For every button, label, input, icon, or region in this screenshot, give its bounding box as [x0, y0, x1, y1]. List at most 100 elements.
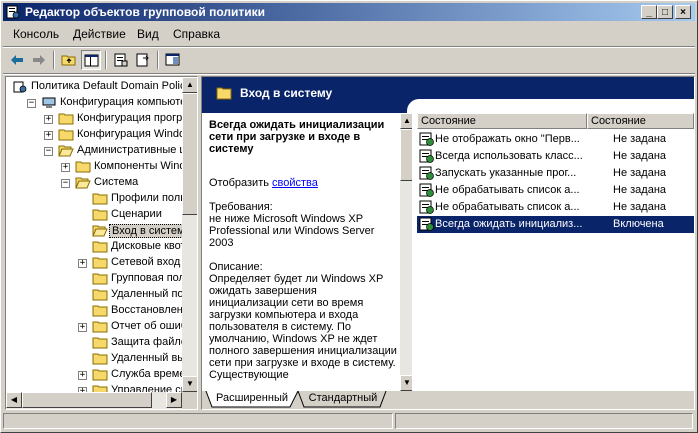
- tree-node[interactable]: + Конфигурация програ: [6, 111, 182, 127]
- collapse-icon[interactable]: −: [61, 179, 70, 188]
- expand-icon[interactable]: +: [44, 115, 53, 124]
- show-prefix: Отобразить: [209, 177, 273, 189]
- tree-node-label: Политика Default Domain Polic: [31, 80, 182, 92]
- minimize-button[interactable]: _: [641, 5, 657, 19]
- tree-content: Политика Default Domain Polic − Конфигурац…: [6, 77, 182, 392]
- help-button[interactable]: [163, 50, 183, 70]
- folder-icon: [58, 113, 74, 125]
- scroll-left-button[interactable]: ◀: [6, 392, 22, 408]
- scroll-thumb[interactable]: [182, 93, 197, 215]
- requirements-label: Требования:: [209, 201, 273, 213]
- tree-node[interactable]: + Служба времен: [6, 367, 182, 383]
- tree-node-label: Удаленный пом: [111, 288, 182, 300]
- menu-help[interactable]: Справка: [173, 27, 220, 41]
- expand-icon[interactable]: +: [61, 163, 70, 172]
- help-window-icon: [165, 53, 180, 66]
- list-item[interactable]: Не отображать окно "Перв... Не задана: [417, 131, 694, 148]
- menu-bar: Консоль Действие Вид Справка: [3, 23, 695, 45]
- arrow-left-icon: [11, 55, 23, 65]
- tree-node-label: Служба времен: [111, 368, 182, 380]
- folder-icon: [92, 289, 108, 301]
- header-curve: [407, 99, 694, 113]
- folder-icon: [75, 177, 91, 189]
- tree-node[interactable]: Удаленный вы: [6, 351, 182, 367]
- setting-name: Не отображать окно "Перв...: [435, 133, 580, 145]
- hscroll-thumb[interactable]: [22, 392, 152, 408]
- header-title: Вход в систему: [240, 86, 333, 100]
- tree-node[interactable]: Восстановлени: [6, 303, 182, 319]
- list-item[interactable]: Всегда ожидать инициализ... Включена: [417, 216, 694, 233]
- computer-icon: [41, 97, 57, 109]
- title-bar[interactable]: Редактор объектов групповой политики _ □…: [3, 3, 695, 21]
- tab-standard[interactable]: Стандартный: [305, 391, 381, 407]
- toolbar-separator: [105, 51, 107, 69]
- tree-node[interactable]: Защита файло: [6, 335, 182, 351]
- tree-node[interactable]: − Конфигурация компьютер: [6, 95, 182, 111]
- up-level-button[interactable]: [59, 50, 79, 70]
- description-scrollbar[interactable]: ▲ ▼: [400, 113, 412, 391]
- tree-node[interactable]: Политика Default Domain Polic: [6, 79, 182, 95]
- column-header-name[interactable]: Состояние: [417, 113, 587, 129]
- folder-icon: [216, 87, 232, 100]
- tree-node[interactable]: + Управление св: [6, 383, 182, 392]
- menu-action[interactable]: Действие: [73, 27, 126, 41]
- list-item[interactable]: Всегда использовать класс... Не задана: [417, 148, 694, 165]
- folder-icon: [92, 209, 108, 221]
- desc-scroll-down-button[interactable]: ▼: [400, 375, 412, 391]
- tree-node[interactable]: Удаленный пом: [6, 287, 182, 303]
- tree-node[interactable]: Сценарии: [6, 207, 182, 223]
- tree-node-label: Вход в систему: [109, 224, 182, 238]
- properties-link[interactable]: свойства: [272, 177, 318, 189]
- tree-node-label: Дисковые квот: [111, 240, 182, 252]
- expand-icon[interactable]: +: [78, 323, 87, 332]
- tree-node-label: Восстановлени: [111, 304, 182, 316]
- tree-node[interactable]: + Компоненты Windo: [6, 159, 182, 175]
- column-header-state[interactable]: Состояние: [587, 113, 694, 129]
- menu-console[interactable]: Консоль: [13, 27, 59, 41]
- folder-icon: [92, 241, 108, 253]
- collapse-icon[interactable]: −: [44, 147, 53, 156]
- tree-node[interactable]: Групповая поли: [6, 271, 182, 287]
- tree-node-label: Управление св: [111, 384, 182, 392]
- back-button[interactable]: [7, 50, 27, 70]
- tree-node[interactable]: + Конфигурация Window: [6, 127, 182, 143]
- scroll-up-button[interactable]: ▲: [182, 77, 197, 93]
- tree-node[interactable]: Профили польз: [6, 191, 182, 207]
- tree-node-label: Компоненты Windo: [94, 160, 182, 172]
- forward-button[interactable]: [29, 50, 49, 70]
- tree-node-label: Административные ша: [77, 144, 182, 156]
- tree-horizontal-scrollbar[interactable]: ◀ ▶: [6, 392, 182, 409]
- tree-node[interactable]: − Система: [6, 175, 182, 191]
- show-hide-tree-button[interactable]: [81, 50, 101, 70]
- properties-button[interactable]: [111, 50, 131, 70]
- list-item[interactable]: Не обрабатывать список а... Не задана: [417, 182, 694, 199]
- tree-node-label: Групповая поли: [111, 272, 182, 284]
- expand-icon[interactable]: +: [78, 259, 87, 268]
- maximize-button[interactable]: □: [657, 5, 673, 19]
- expand-icon[interactable]: +: [44, 131, 53, 140]
- scroll-down-button[interactable]: ▼: [182, 376, 197, 392]
- list-item[interactable]: Запускать указанные прог... Не задана: [417, 165, 694, 182]
- list-item[interactable]: Не обрабатывать список а... Не задана: [417, 199, 694, 216]
- menu-view[interactable]: Вид: [137, 27, 159, 41]
- collapse-icon[interactable]: −: [27, 99, 36, 108]
- tree-node[interactable]: + Отчет об ошиб: [6, 319, 182, 335]
- window-title: Редактор объектов групповой политики: [25, 5, 266, 19]
- settings-list: Состояние Состояние Не отображать окно "…: [417, 113, 694, 391]
- desc-scroll-thumb[interactable]: [400, 129, 412, 181]
- tree-node[interactable]: + Сетевой вход: [6, 255, 182, 271]
- tree-node[interactable]: Дисковые квот: [6, 239, 182, 255]
- tab-extended[interactable]: Расширенный: [214, 391, 290, 407]
- scroll-right-button[interactable]: ▶: [166, 392, 182, 408]
- policy-icon: [12, 81, 28, 93]
- description-panel: Всегда ожидать инициализации сети при за…: [202, 113, 412, 391]
- setting-name: Не обрабатывать список а...: [435, 201, 580, 213]
- tree-node[interactable]: − Административные ша: [6, 143, 182, 159]
- tree-vertical-scrollbar[interactable]: ▲ ▼: [182, 77, 197, 392]
- close-button[interactable]: ×: [675, 5, 691, 19]
- tree-node-label: Удаленный вы: [111, 352, 182, 364]
- tree-node[interactable]: Вход в систему: [6, 223, 182, 239]
- expand-icon[interactable]: +: [78, 371, 87, 380]
- export-list-button[interactable]: [133, 50, 153, 70]
- desc-scroll-up-button[interactable]: ▲: [400, 113, 412, 129]
